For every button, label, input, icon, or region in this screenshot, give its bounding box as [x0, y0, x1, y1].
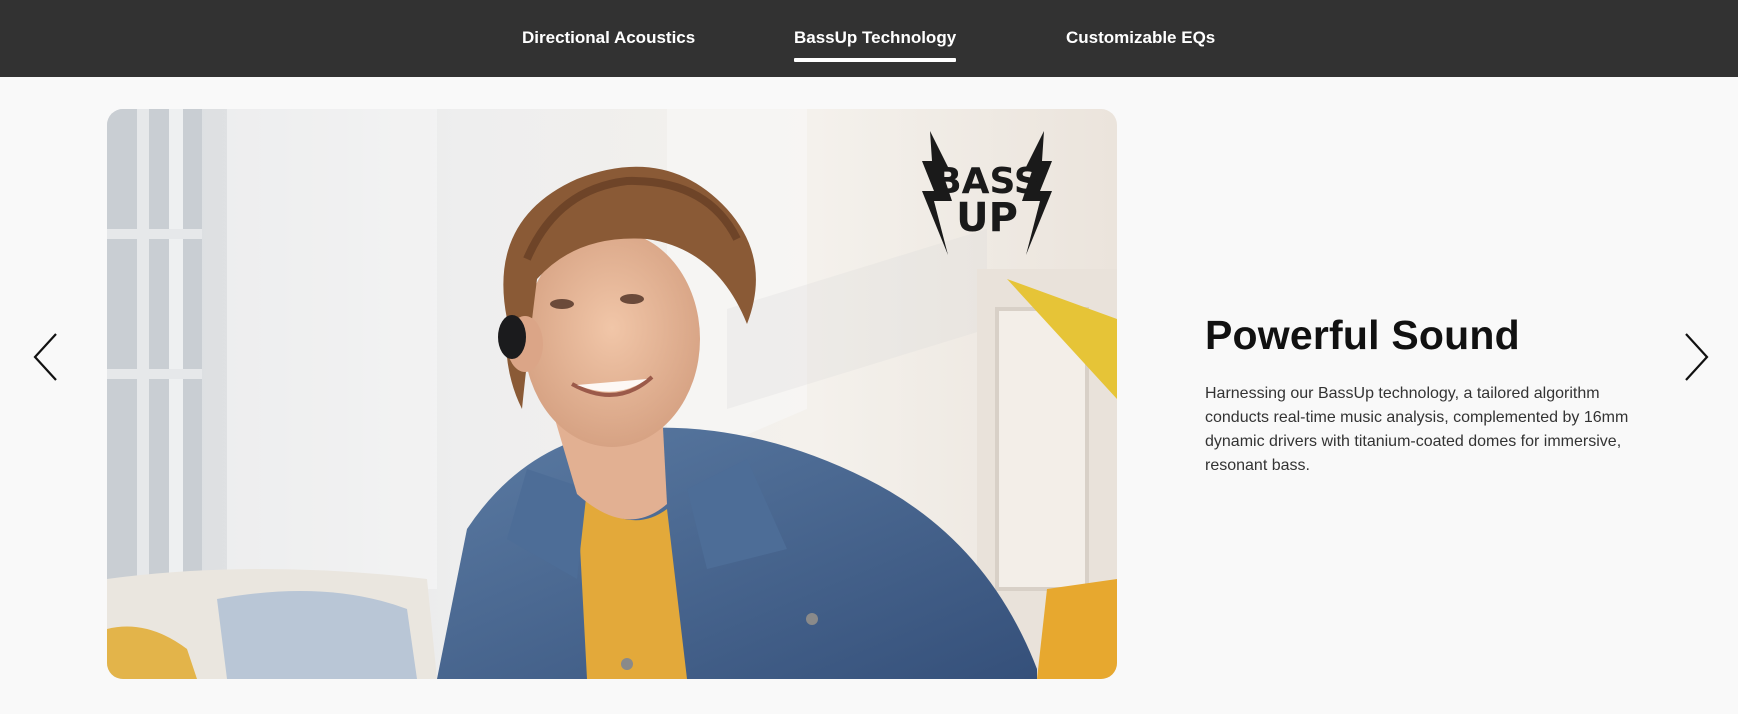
feature-tab-bar: Directional Acoustics BassUp Technology … — [0, 0, 1738, 77]
logo-text-up: UP — [956, 195, 1018, 241]
chevron-right-icon — [1685, 333, 1709, 381]
slide-title: Powerful Sound — [1205, 312, 1520, 358]
tab-customizable-eqs[interactable]: Customizable EQs — [1066, 26, 1215, 50]
carousel-prev-button[interactable] — [30, 330, 64, 384]
hero-image: BASS UP — [107, 109, 1117, 679]
tab-bassup-technology[interactable]: BassUp Technology — [794, 26, 957, 62]
carousel-next-button[interactable] — [1678, 330, 1712, 384]
chevron-left-icon — [33, 333, 57, 381]
slide-description: Harnessing our BassUp technology, a tail… — [1205, 385, 1629, 474]
tab-directional-acoustics[interactable]: Directional Acoustics — [522, 26, 695, 50]
